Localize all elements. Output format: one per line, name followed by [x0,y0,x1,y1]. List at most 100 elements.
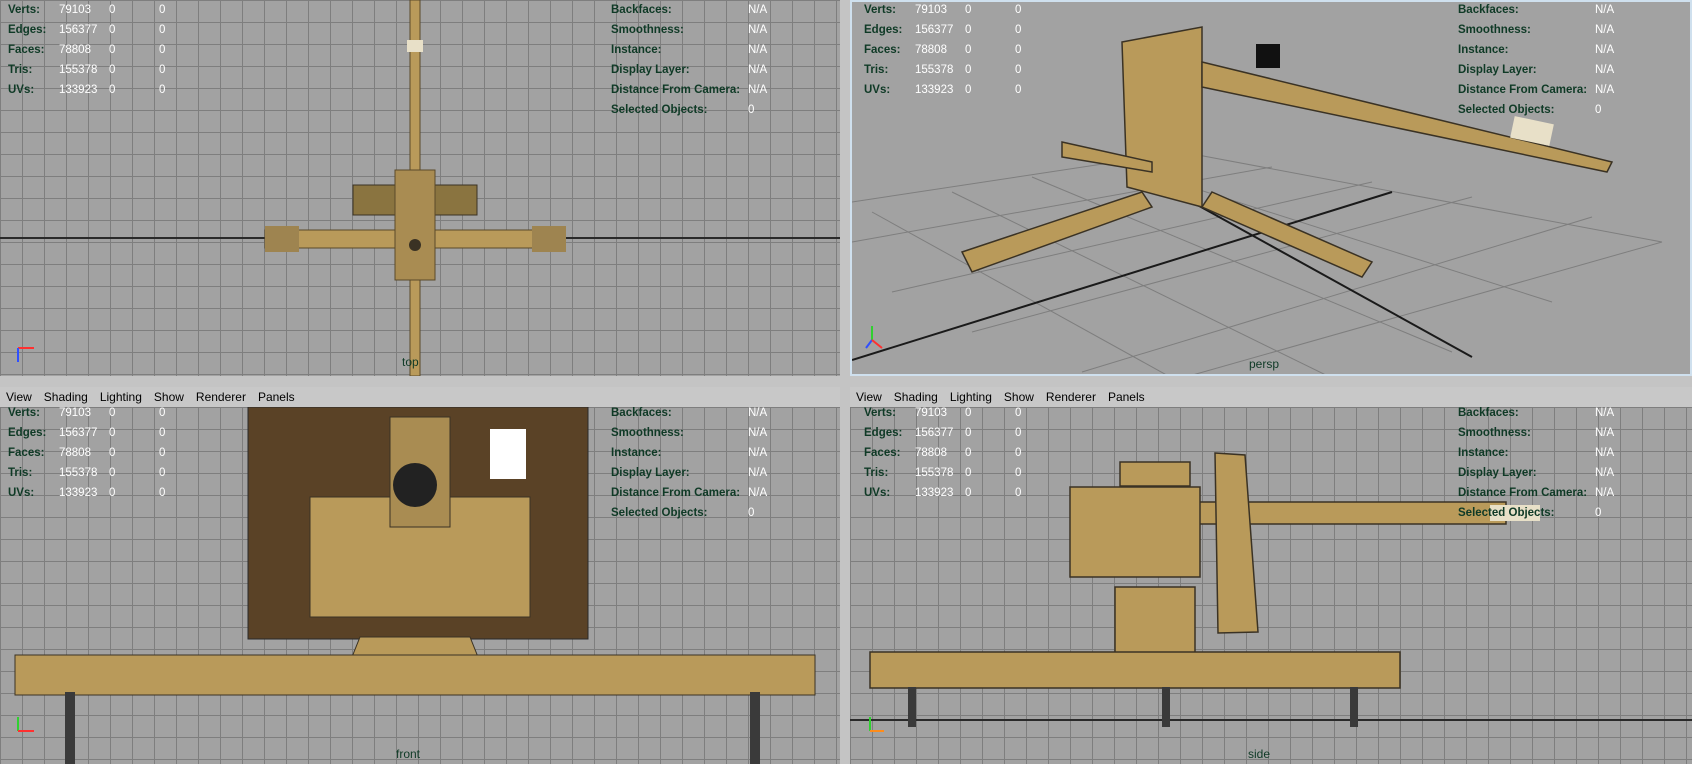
stat-label: Edges: [864,427,903,439]
info-value: N/A [1595,467,1615,479]
stat-value: 0 [1015,427,1022,439]
info-label: Selected Objects: [1458,507,1555,519]
stat-value: 0 [965,84,972,96]
stat-value: 0 [1015,64,1022,76]
menu-lighting[interactable]: Lighting [96,390,146,404]
stat-value: 0 [1015,487,1022,499]
camera-label-persp: persp [1249,357,1280,371]
stat-label: Tris: [864,467,889,479]
info-value: N/A [1595,4,1615,16]
stat-value: 0 [1015,407,1022,419]
info-label: Instance: [1458,44,1509,56]
menu-view[interactable]: View [852,390,886,404]
stat-value: 0 [1015,44,1022,56]
camera-label-front: front [396,747,421,761]
info-label: Display Layer: [1458,64,1537,76]
info-value: N/A [1595,447,1615,459]
menu-lighting[interactable]: Lighting [946,390,996,404]
menu-shading[interactable]: Shading [890,390,942,404]
stat-value: 0 [965,467,972,479]
stat-value: 155378 [915,64,954,76]
stat-value: 0 [1015,24,1022,36]
stat-label: Edges: [864,24,903,36]
info-label: Instance: [611,447,662,459]
menu-renderer[interactable]: Renderer [192,390,250,404]
poly-count-hud: Verts: 79103 0 0 Edges: 156377 0 0 Faces: 78808… [8,0,189,100]
stat-value: 0 [109,84,116,96]
poly-count-hud: Verts: 79103 0 0 Edges: 156377 0 0 Faces: 78808… [8,403,189,503]
stat-value: 133923 [915,487,954,499]
stat-label: Tris: [8,64,33,76]
axis-gizmo-icon [860,713,890,743]
info-label: Distance From Camera: [611,487,741,499]
stat-value: 0 [1015,84,1022,96]
stat-value: 0 [159,64,166,76]
poly-count-hud: Verts: 79103 0 0 Edges: 156377 0 0 Faces: 78808… [864,403,1045,503]
info-value: N/A [1595,44,1615,56]
stat-value: 79103 [915,407,947,419]
info-value: N/A [748,24,768,36]
stat-value: 0 [965,407,972,419]
camera-label-side: side [1248,747,1271,761]
stat-label: Faces: [8,44,45,56]
menu-show[interactable]: Show [150,390,188,404]
stat-label: Faces: [864,44,901,56]
info-label: Distance From Camera: [1458,487,1588,499]
stat-value: 0 [159,84,166,96]
stat-value: 0 [159,467,166,479]
object-info-hud: Backfaces: N/A Smoothness: N/A Instance: N/… [1458,0,1614,120]
object-info-hud: Backfaces: N/A Smoothness: N/A Instance: N/… [611,0,767,120]
stat-value: 0 [965,447,972,459]
stat-value: 0 [965,24,972,36]
info-value: N/A [748,467,768,479]
stat-value: 79103 [59,407,91,419]
object-info-hud: Backfaces: N/A Smoothness: N/A Instance: N/… [611,403,767,523]
stat-label: Verts: [864,407,896,419]
info-label: Smoothness: [1458,427,1531,439]
info-value: N/A [748,84,768,96]
axis-gizmo-icon [12,336,42,366]
stat-label: UVs: [8,84,35,96]
info-value: N/A [748,447,768,459]
stat-value: 0 [159,447,166,459]
info-label: Display Layer: [611,467,690,479]
stat-label: UVs: [864,84,891,96]
stat-label: Verts: [864,4,896,16]
stat-value: 156377 [59,427,98,439]
stat-value: 156377 [915,24,954,36]
stat-value: 0 [965,44,972,56]
stat-value: 78808 [915,447,947,459]
stat-value: 0 [109,467,116,479]
info-label: Distance From Camera: [611,84,741,96]
info-label: Distance From Camera: [1458,84,1588,96]
info-label: Display Layer: [1458,467,1537,479]
info-value: 0 [748,104,755,116]
info-label: Backfaces: [611,407,672,419]
info-value: N/A [748,407,768,419]
info-label: Selected Objects: [611,104,708,116]
stat-value: 0 [109,447,116,459]
stat-label: Tris: [864,64,889,76]
stat-label: Faces: [864,447,901,459]
menu-renderer[interactable]: Renderer [1042,390,1100,404]
menu-shading[interactable]: Shading [40,390,92,404]
axis-gizmo-icon [862,322,892,352]
stat-value: 133923 [59,487,98,499]
stat-label: UVs: [8,487,35,499]
stat-value: 79103 [59,4,91,16]
stat-label: Tris: [8,467,33,479]
menu-show[interactable]: Show [1000,390,1038,404]
camera-label-top: top [402,355,419,369]
stat-value: 133923 [59,84,98,96]
menu-view[interactable]: View [2,390,36,404]
stat-label: UVs: [864,487,891,499]
info-value: N/A [1595,64,1615,76]
info-value: 0 [748,507,755,519]
menu-panels[interactable]: Panels [254,390,299,404]
info-value: N/A [1595,407,1615,419]
info-label: Backfaces: [1458,4,1519,16]
stat-value: 0 [965,64,972,76]
menu-panels[interactable]: Panels [1104,390,1149,404]
stat-value: 0 [1015,447,1022,459]
stat-value: 79103 [915,4,947,16]
